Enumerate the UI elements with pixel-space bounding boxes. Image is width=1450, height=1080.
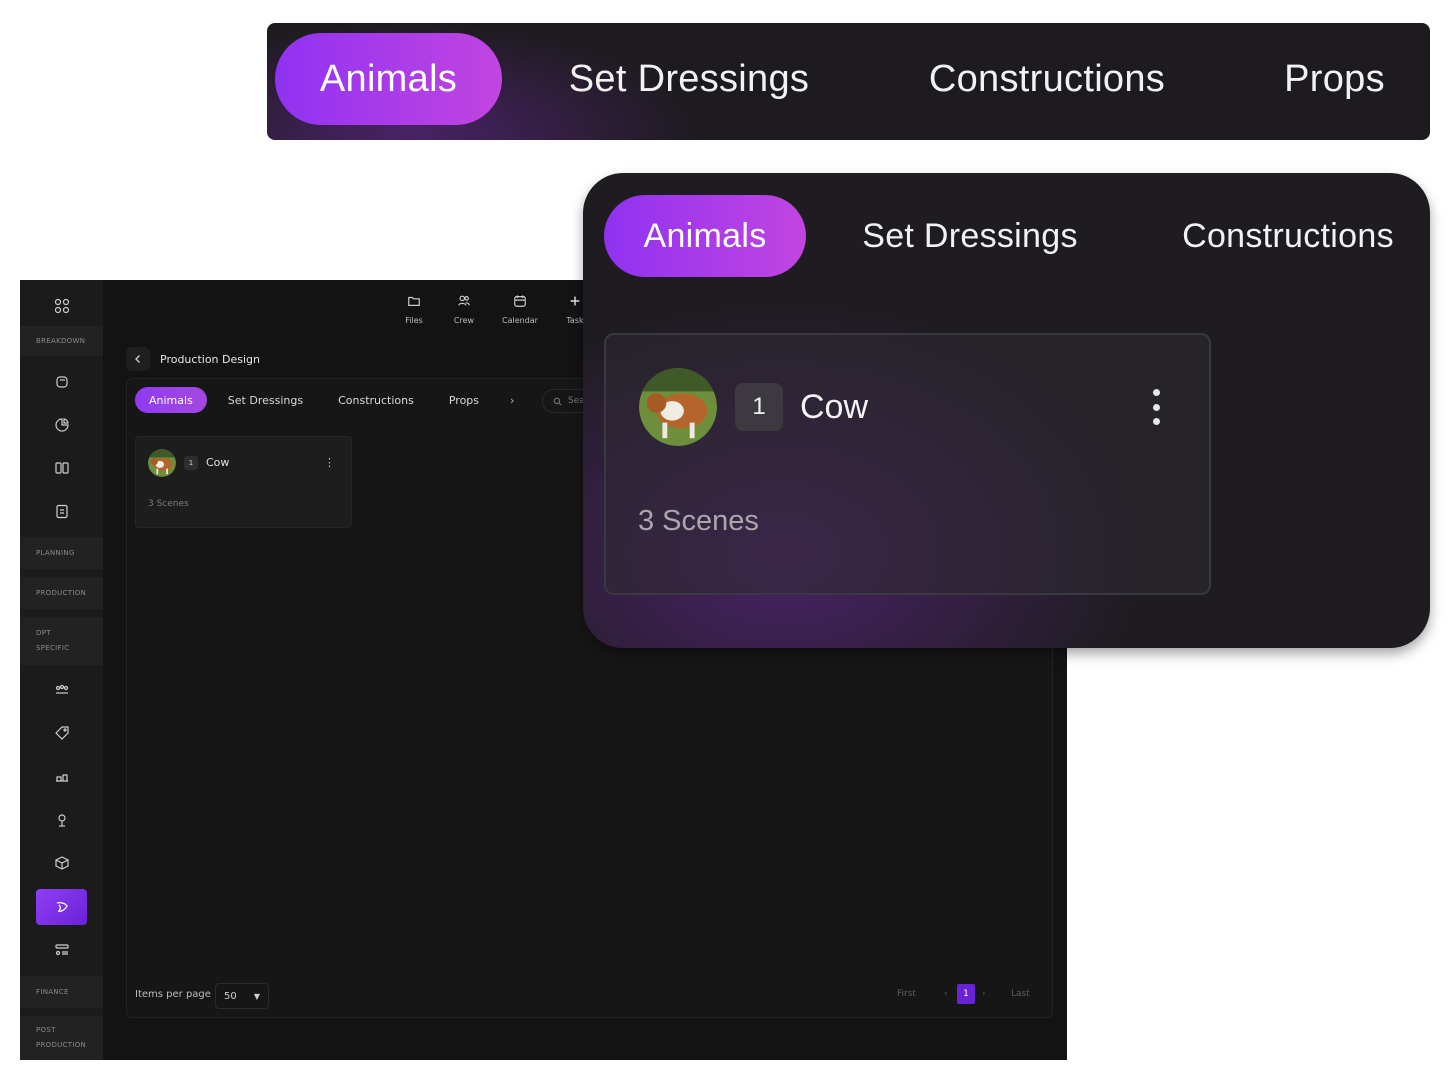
paw-icon — [56, 901, 68, 912]
tag-icon[interactable] — [53, 724, 71, 742]
zoom-animal-card[interactable]: 1 Cow 3 Scenes — [604, 333, 1211, 595]
animals-nav-button[interactable] — [36, 889, 87, 925]
zoom2-tab-animals[interactable]: Animals — [604, 195, 806, 277]
calendar-icon — [514, 295, 526, 307]
set-icon[interactable] — [53, 768, 71, 786]
zoom-tab-constructions[interactable]: Constructions — [902, 33, 1192, 125]
book-icon[interactable] — [53, 459, 71, 477]
breadcrumb: Production Design — [126, 347, 260, 371]
more-options-icon[interactable] — [1146, 389, 1166, 425]
sidebar-section-production[interactable]: PRODUCTION — [20, 577, 103, 609]
calendar-nav[interactable]: Calendar — [490, 294, 550, 325]
page-number-current[interactable]: 1 — [957, 984, 975, 1004]
people-icon — [458, 295, 470, 306]
apps-grid-icon[interactable] — [53, 297, 71, 315]
zoomed-tab-bar: Animals Set Dressings Constructions Prop… — [267, 23, 1430, 140]
zoom-animal-name: Cow — [800, 388, 869, 426]
box-icon[interactable] — [53, 854, 71, 872]
plus-icon — [570, 296, 580, 306]
folder-icon — [408, 296, 420, 306]
items-per-page-label: Items per page — [135, 989, 211, 1000]
category-tabs: Animals Set Dressings Constructions Prop… — [135, 387, 514, 413]
sidebar: BREAKDOWN PLANNING PRODUCTION DPT SPECIF… — [20, 280, 103, 1060]
back-button[interactable] — [126, 347, 150, 371]
caret-down-icon: ▼ — [253, 991, 260, 1001]
zoom2-tab-set-dressings[interactable]: Set Dressings — [845, 195, 1095, 277]
zoom-tab-set-dressings[interactable]: Set Dressings — [544, 33, 834, 125]
list-settings-icon[interactable] — [53, 941, 71, 959]
tab-constructions[interactable]: Constructions — [324, 387, 428, 413]
script-icon[interactable] — [53, 373, 71, 391]
prev-page-icon[interactable]: ‹ — [944, 989, 948, 999]
animal-card[interactable]: 1 Cow ⋮ 3 Scenes — [135, 436, 352, 528]
tab-props[interactable]: Props — [435, 387, 493, 413]
zoom-animal-number-badge: 1 — [735, 383, 783, 431]
more-options-icon[interactable]: ⋮ — [324, 456, 335, 469]
items-per-page-select[interactable]: 50 ▼ — [215, 983, 269, 1009]
zoom-tab-animals[interactable]: Animals — [275, 33, 502, 125]
breakdown-chart-icon[interactable] — [53, 416, 71, 434]
zoom2-tab-constructions[interactable]: Constructions — [1163, 195, 1413, 277]
first-page-link[interactable]: First — [897, 989, 916, 999]
tabs-next-chevron-icon[interactable]: › — [510, 394, 514, 407]
sidebar-section-post-production[interactable]: POST PRODUCTION — [20, 1016, 103, 1060]
chevron-left-icon — [135, 355, 140, 363]
crew-nav[interactable]: Crew — [434, 294, 494, 325]
tab-set-dressings[interactable]: Set Dressings — [214, 387, 317, 413]
animal-name: Cow — [206, 456, 230, 469]
page-title: Production Design — [160, 352, 260, 366]
cow-avatar — [148, 449, 176, 477]
sidebar-section-breakdown[interactable]: BREAKDOWN — [20, 326, 103, 356]
sidebar-section-dpt-specific[interactable]: DPT SPECIFIC — [20, 617, 103, 665]
zoom-tab-props[interactable]: Props — [1257, 33, 1412, 125]
zoom-scene-count: 3 Scenes — [638, 505, 759, 537]
scene-count: 3 Scenes — [148, 499, 189, 509]
tab-animals[interactable]: Animals — [135, 387, 207, 413]
makeup-icon[interactable] — [53, 811, 71, 829]
cow-avatar — [639, 368, 717, 446]
search-icon — [553, 397, 562, 405]
clipboard-icon[interactable] — [53, 502, 71, 520]
next-page-icon[interactable]: › — [982, 989, 986, 999]
sidebar-section-finance[interactable]: FINANCE — [20, 976, 103, 1008]
last-page-link[interactable]: Last — [1011, 989, 1030, 999]
sidebar-section-planning[interactable]: PLANNING — [20, 537, 103, 569]
animal-number-badge: 1 — [184, 456, 198, 470]
zoomed-card-panel: Animals Set Dressings Constructions 1 Co… — [583, 173, 1430, 648]
cast-icon[interactable] — [53, 681, 71, 699]
